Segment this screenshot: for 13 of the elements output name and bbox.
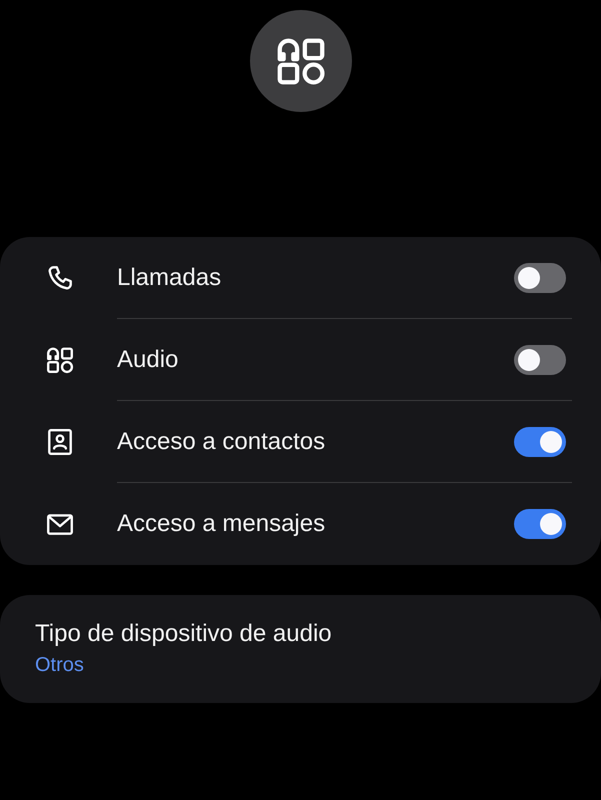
toggle-switch[interactable] [514, 427, 566, 457]
setting-label: Audio [117, 346, 180, 374]
setting-title: Tipo de dispositivo de audio [35, 620, 333, 648]
toggle-switch[interactable] [514, 509, 566, 539]
setting-label: Acceso a mensajes [117, 510, 326, 538]
toggle-switch[interactable] [514, 345, 566, 375]
setting-label: Llamadas [117, 264, 222, 292]
toggle-switch[interactable] [514, 263, 566, 293]
device-type-setting[interactable]: Tipo de dispositivo de audio Otros [0, 595, 601, 703]
contact-card-icon [45, 427, 75, 457]
setting-label: Acceso a contactos [117, 428, 326, 456]
headphones-shapes-icon [45, 345, 75, 375]
setting-value: Otros [35, 654, 85, 677]
